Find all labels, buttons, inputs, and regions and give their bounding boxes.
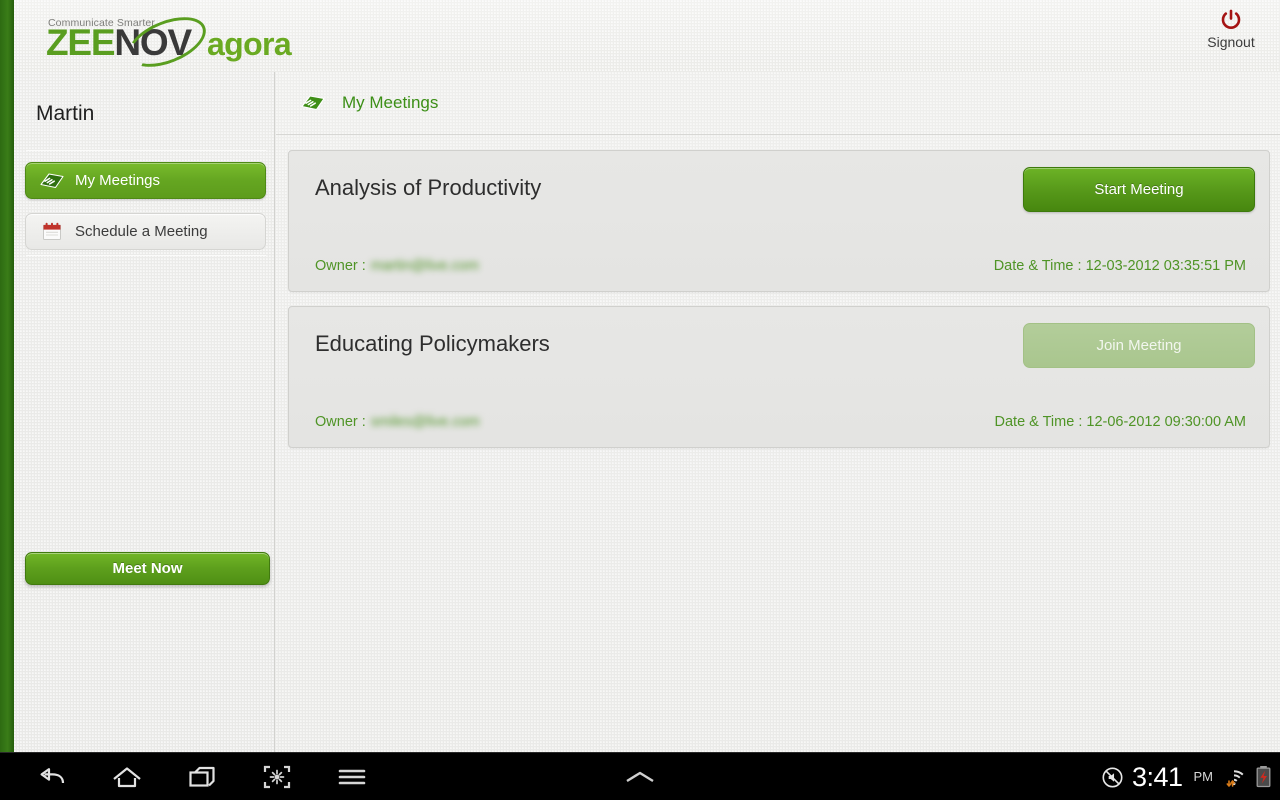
app-root: Communicate Smarter ZEENOV agora Signout…	[0, 0, 1280, 800]
logo-nov-text: NOV	[114, 22, 192, 63]
screenshot-button[interactable]	[239, 753, 314, 800]
meeting-card: Educating Policymakers Owner : smiles@li…	[288, 306, 1270, 448]
notification-drawer-handle[interactable]	[610, 753, 670, 800]
main-content: My Meetings Analysis of Productivity Own…	[276, 72, 1280, 752]
left-green-rail	[0, 0, 14, 752]
zeenov-wordmark: ZEENOV	[46, 7, 213, 77]
meetings-book-icon	[300, 92, 326, 114]
chevron-up-icon	[626, 771, 654, 783]
mute-icon[interactable]	[1101, 766, 1124, 789]
status-ampm: PM	[1193, 769, 1214, 784]
back-icon	[40, 768, 64, 784]
owner-label: Owner :	[315, 414, 366, 430]
owner-email: martin@live.com	[370, 258, 479, 274]
calendar-icon	[39, 221, 65, 243]
sidebar-item-label: My Meetings	[75, 172, 161, 189]
back-button[interactable]	[14, 753, 89, 800]
meeting-owner: Owner : smiles@live.com	[315, 414, 480, 430]
home-icon	[112, 767, 141, 788]
meeting-owner: Owner : martin@live.com	[315, 258, 479, 274]
meeting-title: Analysis of Productivity	[315, 175, 542, 200]
page-title: My Meetings	[342, 93, 439, 112]
app-header: Communicate Smarter ZEENOV agora Signout	[14, 0, 1280, 77]
join-meeting-label: Join Meeting	[1096, 337, 1182, 354]
meetings-list: Analysis of Productivity Owner : martin@…	[288, 150, 1270, 462]
power-icon	[1221, 9, 1241, 29]
main-header: My Meetings	[276, 72, 1280, 135]
logo-agora-text: agora	[206, 26, 292, 62]
meet-now-label: Meet Now	[112, 560, 183, 577]
start-meeting-button[interactable]: Start Meeting	[1023, 167, 1255, 212]
menu-icon	[338, 769, 365, 785]
brand-logo: Communicate Smarter ZEENOV agora	[32, 6, 332, 77]
join-meeting-button[interactable]: Join Meeting	[1023, 323, 1255, 368]
android-nav-buttons	[14, 753, 389, 800]
meeting-datetime: Date & Time : 12-06-2012 09:30:00 AM	[994, 414, 1246, 430]
meetings-book-icon	[39, 170, 65, 192]
battery-error-icon[interactable]	[1255, 764, 1272, 790]
menu-button[interactable]	[314, 753, 389, 800]
android-system-bar: 3:41 PM	[0, 752, 1280, 800]
meeting-card: Analysis of Productivity Owner : martin@…	[288, 150, 1270, 292]
home-button[interactable]	[89, 753, 164, 800]
screenshot-icon	[263, 765, 290, 789]
signout-button[interactable]: Signout	[1200, 8, 1262, 52]
owner-label: Owner :	[315, 258, 366, 274]
user-name: Martin	[36, 102, 95, 125]
sidebar-divider-bottom	[26, 255, 266, 256]
recents-icon	[188, 766, 215, 787]
status-clock: 3:41	[1131, 761, 1183, 792]
logo-zee-text: ZEE	[46, 22, 116, 63]
status-icons: 3:41 PM	[1101, 753, 1272, 800]
wifi-icon[interactable]	[1221, 764, 1247, 790]
sidebar-item-label: Schedule a Meeting	[75, 223, 208, 240]
sidebar-divider-top	[26, 150, 266, 151]
owner-email: smiles@live.com	[370, 414, 480, 430]
sidebar-item-schedule-a-meeting[interactable]: Schedule a Meeting	[25, 213, 266, 250]
meeting-title: Educating Policymakers	[315, 331, 550, 356]
meeting-datetime: Date & Time : 12-03-2012 03:35:51 PM	[993, 258, 1246, 274]
signout-label: Signout	[1207, 34, 1255, 50]
recents-button[interactable]	[164, 753, 239, 800]
meet-now-button[interactable]: Meet Now	[25, 552, 270, 585]
sidebar-item-my-meetings[interactable]: My Meetings	[25, 162, 266, 199]
start-meeting-label: Start Meeting	[1094, 181, 1184, 198]
logo-wordmark: ZEENOV agora	[46, 7, 292, 77]
sidebar: Martin My Meetings Schedule a Meeting Me…	[14, 72, 275, 752]
